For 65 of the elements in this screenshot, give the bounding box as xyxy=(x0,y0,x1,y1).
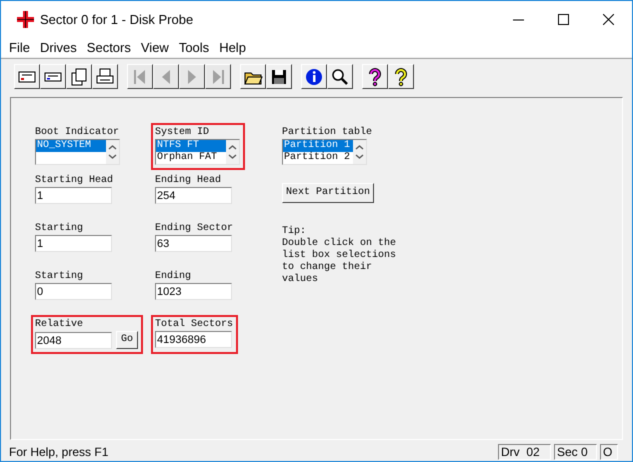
status-pane: Sec 0 xyxy=(554,444,597,460)
scroll-arrows-icon[interactable] xyxy=(353,140,366,164)
list-item[interactable]: Partition 1 xyxy=(283,140,353,152)
status-message: For Help, press F1 xyxy=(9,444,110,460)
scroll-arrows-icon[interactable] xyxy=(226,140,239,164)
text-field[interactable]: 1023 xyxy=(155,283,232,300)
tip-text: Double click on the xyxy=(282,238,396,250)
field-label: Partition table xyxy=(282,127,372,139)
cross-icon xyxy=(17,11,34,28)
status-pane: O xyxy=(600,444,618,460)
list-box[interactable]: Partition 1 Partition 2 xyxy=(282,139,367,165)
tip-text: Tip: xyxy=(282,226,308,238)
toolbar-button[interactable] xyxy=(240,64,266,89)
menu-item[interactable]: Sectors xyxy=(82,38,136,57)
text-field[interactable]: 1 xyxy=(35,235,112,252)
list-item[interactable]: Orphan FAT xyxy=(156,152,226,164)
field-label: Total Sectors xyxy=(155,319,234,331)
toolbar-button[interactable] xyxy=(362,64,388,89)
tip-text: values xyxy=(282,274,320,286)
menu-item[interactable]: File xyxy=(4,38,35,57)
toolbar-button[interactable] xyxy=(388,64,414,89)
scroll-arrows-icon[interactable] xyxy=(106,140,119,164)
text-field[interactable]: 0 xyxy=(35,283,112,300)
toolbar-button[interactable] xyxy=(92,64,118,89)
info-icon xyxy=(304,66,324,86)
toolbar-button[interactable] xyxy=(327,64,353,89)
tip-text: list box selections xyxy=(282,250,396,262)
field-label: Starting xyxy=(35,223,84,235)
toolbar-button[interactable] xyxy=(301,64,327,89)
list-box[interactable]: NTFS FT Orphan FAT xyxy=(155,139,240,165)
field-label: Starting Head xyxy=(35,175,114,187)
field-label: Ending xyxy=(155,271,192,283)
list-item[interactable]: Partition 2 xyxy=(283,152,353,164)
list-item[interactable]: NO_SYSTEM xyxy=(36,140,106,152)
maximize-icon[interactable] xyxy=(558,14,569,25)
field-label: Starting xyxy=(35,271,84,283)
toolbar-button[interactable] xyxy=(14,64,40,89)
close-icon[interactable] xyxy=(603,14,614,25)
menu-item[interactable]: Drives xyxy=(34,38,82,57)
text-field[interactable]: 41936896 xyxy=(155,331,232,348)
toolbar-button[interactable] xyxy=(266,64,292,89)
field-label: System ID xyxy=(155,127,210,139)
toolbar-button[interactable] xyxy=(66,64,92,89)
pages-icon xyxy=(69,66,89,86)
text-field[interactable]: 63 xyxy=(155,235,232,252)
list-item[interactable]: NTFS FT xyxy=(156,140,226,152)
field-label: Ending Sector xyxy=(155,223,234,235)
menu-item[interactable]: View xyxy=(136,38,174,57)
printer-icon xyxy=(95,66,115,86)
go-button[interactable]: Go xyxy=(116,331,138,349)
field-label: Relative xyxy=(35,319,84,331)
status-pane: Drv 02 xyxy=(498,444,551,460)
toolbar-button[interactable] xyxy=(40,64,66,89)
field-label: Boot Indicator xyxy=(35,127,120,139)
tip-text: to change their xyxy=(282,262,374,274)
field-label: Ending Head xyxy=(155,175,222,187)
text-field[interactable]: 254 xyxy=(155,187,232,204)
text-field[interactable]: 1 xyxy=(35,187,112,204)
window-title: Sector 0 for 1 - Disk Probe xyxy=(40,10,194,29)
list-box[interactable]: NO_SYSTEM xyxy=(35,139,120,165)
menu-item[interactable]: Help xyxy=(214,38,251,57)
menu-item[interactable]: Tools xyxy=(174,38,214,57)
next-partition-button[interactable]: Next Partition xyxy=(282,182,374,202)
text-field[interactable]: 2048 xyxy=(35,332,112,349)
search-icon xyxy=(330,66,350,86)
